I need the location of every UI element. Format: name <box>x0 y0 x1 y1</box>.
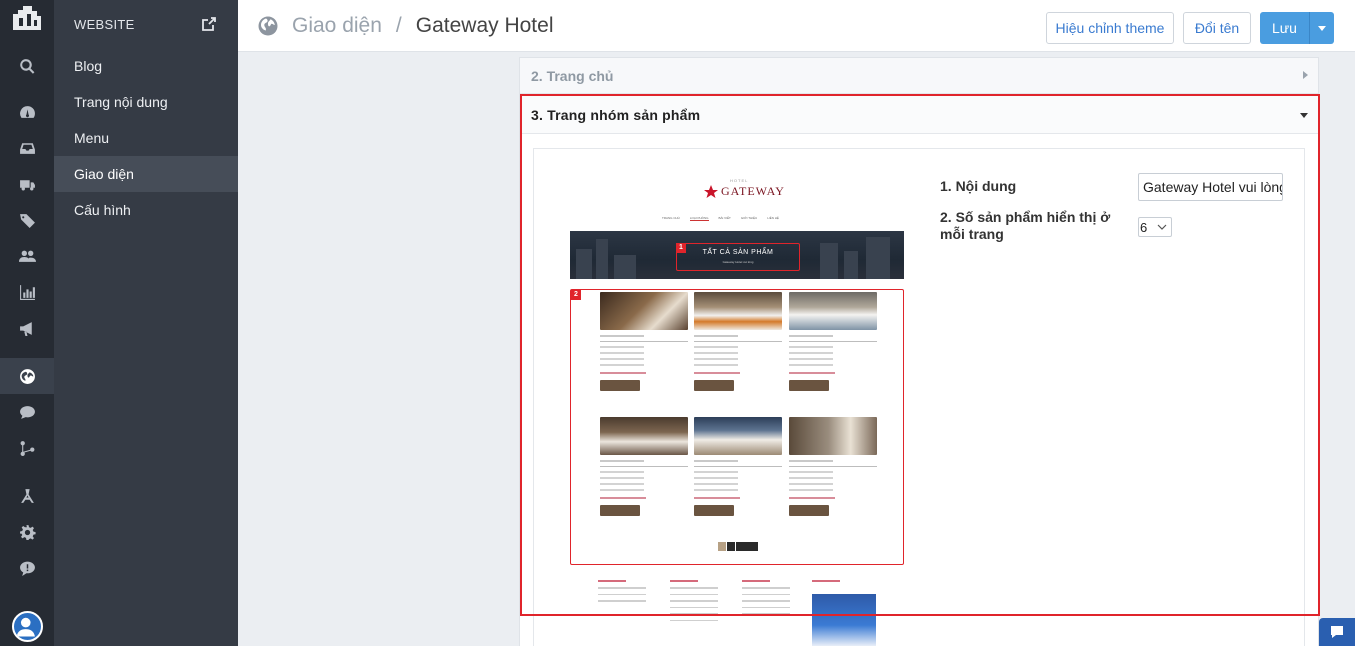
sidebar-section-title: WEBSITE <box>74 16 135 32</box>
external-link-icon[interactable] <box>202 17 216 31</box>
megaphone-icon[interactable] <box>0 310 54 346</box>
caret-right-icon <box>1303 71 1308 79</box>
save-button-group: Lưu <box>1260 12 1334 44</box>
truck-icon[interactable] <box>0 166 54 202</box>
reports-icon[interactable] <box>0 274 54 310</box>
users-icon[interactable] <box>0 238 54 274</box>
search-icon[interactable] <box>0 48 54 84</box>
chat-icon[interactable] <box>0 394 54 430</box>
sidebar-header: WEBSITE <box>54 0 238 48</box>
sidebar-item-blog[interactable]: Blog <box>54 48 238 84</box>
integrations-icon[interactable] <box>0 430 54 466</box>
inbox-icon[interactable] <box>0 130 54 166</box>
rename-button[interactable]: Đổi tên <box>1183 12 1251 44</box>
tag-icon[interactable] <box>0 202 54 238</box>
top-header: Giao diện / Gateway Hotel Hiệu chỉnh the… <box>238 0 1355 52</box>
caret-down-icon <box>1318 25 1326 31</box>
accordion-home[interactable]: 2. Trang chủ <box>520 58 1318 94</box>
breadcrumb-current: Gateway Hotel <box>415 14 554 37</box>
caret-down-icon <box>1300 113 1308 118</box>
content-input[interactable]: Gateway Hotel vui lòng <box>1138 173 1283 201</box>
sidebar-item-menu[interactable]: Menu <box>54 120 238 156</box>
edit-theme-button[interactable]: Hiệu chỉnh theme <box>1046 12 1174 44</box>
products-per-page-value: 6 <box>1140 219 1148 235</box>
breadcrumb: Giao diện / Gateway Hotel <box>258 14 553 38</box>
accordion-home-title: 2. Trang chủ <box>531 67 614 84</box>
user-avatar[interactable] <box>12 611 43 642</box>
app-logo-icon[interactable] <box>10 4 44 34</box>
feedback-icon[interactable] <box>0 550 54 586</box>
settings-gear-icon[interactable] <box>0 514 54 550</box>
sidebar-item-pages[interactable]: Trang nội dung <box>54 84 238 120</box>
accordion-collection-title: 3. Trang nhóm sản phẩm <box>531 106 701 123</box>
chevron-down-icon <box>1157 224 1167 230</box>
chat-bubble-icon <box>1331 626 1343 638</box>
apps-icon[interactable] <box>0 478 54 514</box>
support-chat-button[interactable] <box>1319 618 1355 646</box>
sidebar-item-settings[interactable]: Cấu hình <box>54 192 238 228</box>
globe-icon <box>258 16 278 36</box>
website-sidebar: WEBSITE Blog Trang nội dung Menu Giao di… <box>54 0 238 646</box>
products-per-page-select[interactable]: 6 <box>1138 217 1172 237</box>
sidebar-item-themes[interactable]: Giao diện <box>54 156 238 192</box>
breadcrumb-separator: / <box>395 14 402 37</box>
icon-rail <box>0 0 54 646</box>
dashboard-icon[interactable] <box>0 94 54 130</box>
content-label: 1. Nội dung <box>940 178 1017 194</box>
website-globe-icon[interactable] <box>0 358 54 394</box>
save-dropdown-toggle[interactable] <box>1310 12 1334 44</box>
products-per-page-label: 2. Số sản phẩm hiển thị ở mỗi trang <box>940 209 1111 242</box>
accordion-collection[interactable]: 3. Trang nhóm sản phẩm <box>522 96 1318 134</box>
breadcrumb-parent[interactable]: Giao diện <box>292 14 382 38</box>
save-button[interactable]: Lưu <box>1260 12 1310 44</box>
